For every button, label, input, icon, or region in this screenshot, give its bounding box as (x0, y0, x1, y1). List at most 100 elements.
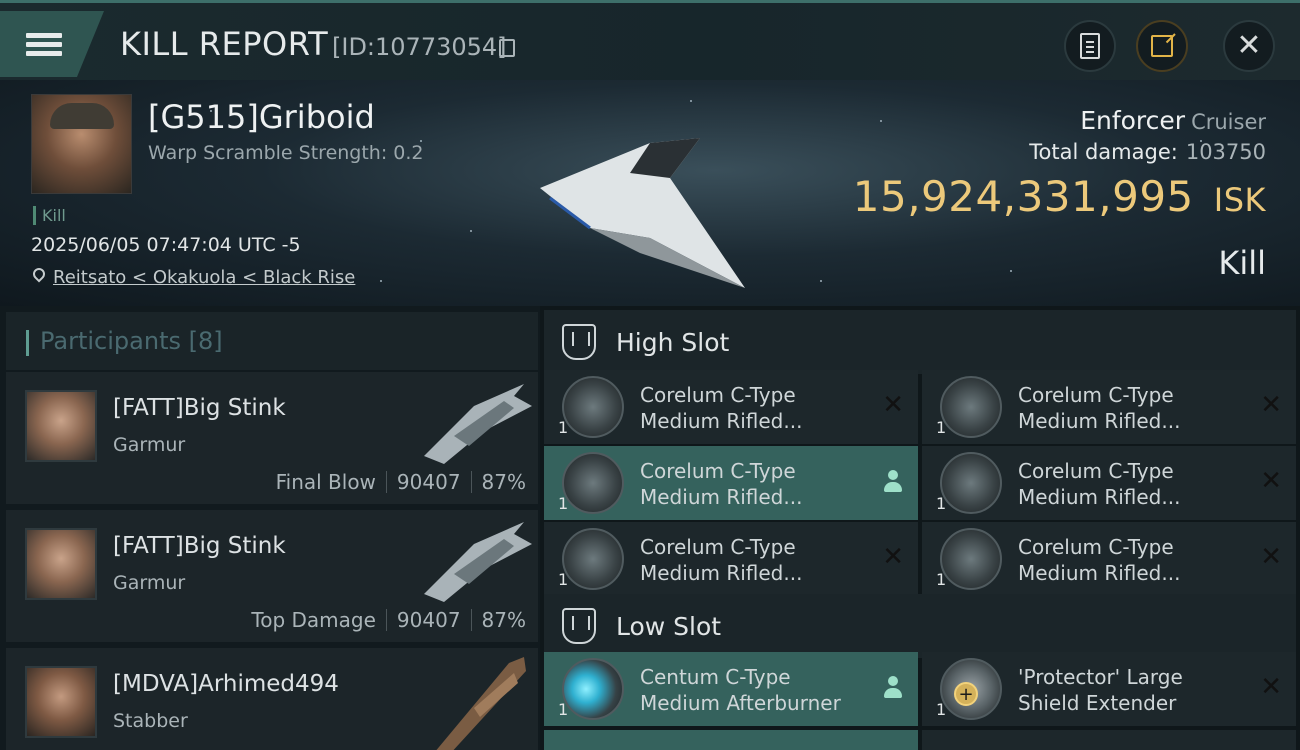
share-icon (1151, 35, 1173, 57)
copy-icon[interactable] (499, 39, 515, 57)
low-slot-header: Low Slot (544, 594, 1296, 658)
module-item[interactable]: 1 Corelum C-Type Medium Rifled... ✕ (922, 522, 1296, 596)
isk-value: 15,924,331,995 ISK (853, 172, 1266, 221)
plus-badge-icon: + (954, 682, 978, 706)
participant-ship: Garmur (113, 572, 186, 594)
module-qty: 1 (558, 494, 569, 513)
divider (385, 609, 387, 631)
module-item[interactable]: 1 Corelum C-Type Medium Rifled... ✕ (544, 370, 918, 444)
participant-name: [FATT]Big Stink (113, 395, 286, 421)
participant-row[interactable]: [FATT]Big Stink Garmur Final Blow 90407 … (6, 372, 538, 504)
x-icon: ✕ (882, 390, 904, 420)
module-name-sub: Medium Rifled... (1018, 561, 1181, 585)
participant-ship: Stabber (113, 710, 188, 732)
participant-damage: 90407 (396, 470, 461, 494)
module-name-sub: Medium Rifled... (640, 409, 803, 433)
victim-ship-image (540, 138, 745, 288)
participant-stats: Top Damage 90407 87% (251, 608, 526, 632)
module-icon (562, 376, 624, 438)
menu-icon (26, 29, 62, 60)
x-icon: ✕ (1260, 672, 1282, 702)
menu-button[interactable] (0, 11, 104, 77)
participant-ship-image (424, 384, 532, 464)
result-label: Kill (1218, 244, 1266, 282)
module-name-sub: Shield Extender (1018, 691, 1177, 715)
participants-label: Participants (40, 327, 181, 355)
module-name: Corelum C-Type (1018, 459, 1174, 483)
victim-panel: [G515]Griboid Warp Scramble Strength: 0.… (0, 80, 1300, 306)
module-icon (940, 528, 1002, 590)
slot-icon (562, 324, 596, 360)
participant-row[interactable]: [MDVA]Arhimed494 Stabber (6, 648, 538, 750)
module-qty: 1 (936, 570, 947, 589)
participants-accent-bar (26, 330, 29, 356)
x-icon: ✕ (882, 542, 904, 572)
module-item[interactable]: 1 Centum C-Type Medium Afterburner (544, 652, 918, 726)
module-name-sub: Medium Afterburner (640, 691, 841, 715)
x-icon: ✕ (1260, 466, 1282, 496)
module-icon (940, 452, 1002, 514)
close-button[interactable]: ✕ (1223, 20, 1275, 72)
x-icon: ✕ (1260, 390, 1282, 420)
share-button[interactable] (1136, 20, 1188, 72)
slot-icon (562, 608, 596, 644)
high-slot-label: High Slot (616, 328, 730, 357)
victim-name[interactable]: [G515]Griboid (148, 98, 375, 136)
warp-scramble-strength: Warp Scramble Strength: 0.2 (148, 142, 424, 164)
total-damage-value: 103750 (1185, 140, 1266, 164)
participant-percent: 87% (481, 608, 526, 632)
module-icon (562, 452, 624, 514)
module-qty: 1 (936, 418, 947, 437)
participant-role: Final Blow (275, 470, 376, 494)
participant-damage: 90407 (396, 608, 461, 632)
module-icon (562, 658, 624, 720)
fitting-panel: High Slot 1 Corelum C-Type Medium Rifled.… (540, 306, 1300, 750)
module-qty: 1 (558, 700, 569, 719)
participant-ship-image (424, 522, 532, 602)
module-qty: 1 (936, 494, 947, 513)
report-id: [ID:10773054] (332, 33, 507, 61)
module-item[interactable]: 1 Corelum C-Type Medium Rifled... ✕ (544, 522, 918, 596)
module-name-sub: Medium Rifled... (640, 561, 803, 585)
participant-avatar (25, 666, 97, 738)
participant-name: [MDVA]Arhimed494 (113, 671, 339, 697)
low-slot-label: Low Slot (616, 612, 722, 641)
total-damage: Total damage: 103750 (1029, 140, 1266, 164)
module-name: Corelum C-Type (1018, 535, 1174, 559)
divider (385, 471, 387, 493)
module-item[interactable]: + 1 'Protector' Large Shield Extender ✕ (922, 652, 1296, 726)
module-qty: 1 (558, 570, 569, 589)
participant-row[interactable]: [FATT]Big Stink Garmur Top Damage 90407 … (6, 510, 538, 642)
module-icon (562, 528, 624, 590)
participants-count: [8] (188, 327, 223, 355)
module-item[interactable]: 1 Corelum C-Type Medium Rifled... ✕ (922, 446, 1296, 520)
participant-role: Top Damage (251, 608, 376, 632)
person-icon (884, 676, 902, 698)
divider (470, 471, 472, 493)
person-icon (884, 470, 902, 492)
module-qty: 1 (558, 418, 569, 437)
clipboard-button[interactable] (1064, 20, 1116, 72)
module-name: Corelum C-Type (640, 535, 796, 559)
module-name: Corelum C-Type (640, 383, 796, 407)
kill-location-link[interactable]: Reitsato < Okakuola < Black Rise (53, 267, 355, 288)
victim-avatar[interactable] (31, 94, 132, 194)
module-name: Corelum C-Type (1018, 383, 1174, 407)
total-damage-label: Total damage: (1029, 140, 1178, 164)
module-item[interactable] (922, 730, 1296, 750)
module-qty: 1 (936, 700, 947, 719)
module-name-sub: Medium Rifled... (1018, 409, 1181, 433)
participants-panel: Participants [8] [FATT]Big Stink Garmur … (0, 306, 540, 750)
module-item[interactable]: 1 Corelum C-Type Medium Rifled... ✕ (922, 370, 1296, 444)
module-icon (940, 376, 1002, 438)
kill-tag: Kill (33, 206, 66, 225)
victim-ship[interactable]: Enforcer Cruiser (1080, 106, 1266, 135)
close-icon: ✕ (1236, 28, 1262, 63)
module-item[interactable]: 1 Corelum C-Type Medium Rifled... (544, 446, 918, 520)
high-slot-header: High Slot (544, 310, 1296, 374)
module-item[interactable] (544, 730, 918, 750)
isk-amount: 15,924,331,995 (852, 172, 1194, 221)
ship-class: Cruiser (1191, 110, 1266, 134)
participant-percent: 87% (481, 470, 526, 494)
participant-name: [FATT]Big Stink (113, 533, 286, 559)
